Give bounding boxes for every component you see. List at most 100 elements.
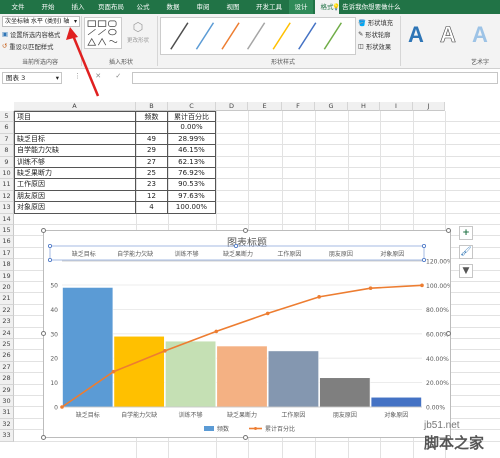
- axis-selection-handle[interactable]: [48, 257, 53, 262]
- bar-朋友原因[interactable]: [319, 377, 371, 408]
- table-cell[interactable]: 46.15%: [168, 145, 216, 157]
- chart-filter-icon[interactable]: ▼: [459, 264, 473, 278]
- column-header[interactable]: I: [380, 102, 413, 111]
- column-header[interactable]: J: [413, 102, 445, 111]
- shape-triangle-icon[interactable]: [87, 37, 97, 46]
- row-header[interactable]: 28: [0, 373, 14, 385]
- column-header[interactable]: A: [14, 102, 136, 111]
- table-cell[interactable]: 12: [136, 190, 168, 203]
- cumulative-percent-point[interactable]: [265, 311, 270, 316]
- row-header[interactable]: 26: [0, 350, 14, 362]
- shape-arrow-icon[interactable]: [98, 28, 107, 36]
- tab-1[interactable]: 开始: [36, 0, 60, 14]
- axis-selection-handle[interactable]: [421, 243, 426, 248]
- table-cell[interactable]: 27: [136, 156, 168, 168]
- table-cell[interactable]: 0.00%: [168, 122, 216, 134]
- cumulative-percent-point[interactable]: [111, 369, 116, 374]
- shape-fill-button[interactable]: 🪣 形状填充: [358, 18, 393, 28]
- shape-line-icon[interactable]: [87, 28, 96, 36]
- axis-selection-handle[interactable]: [421, 257, 426, 262]
- column-header[interactable]: F: [282, 102, 315, 111]
- shape-style-swatch[interactable]: [221, 22, 240, 50]
- wordart-style-2[interactable]: A: [440, 22, 456, 48]
- row-header[interactable]: 12: [0, 190, 14, 203]
- table-cell[interactable]: 缺乏目标: [14, 133, 136, 146]
- cumulative-percent-point[interactable]: [214, 329, 219, 334]
- shape-style-swatch[interactable]: [195, 22, 215, 50]
- table-header-cell[interactable]: 累计百分比: [168, 111, 216, 123]
- table-cell[interactable]: 对象原因: [14, 202, 136, 214]
- shape-style-swatch[interactable]: [170, 22, 189, 50]
- tab-2[interactable]: 插入: [66, 0, 90, 14]
- formula-bar-input[interactable]: [132, 72, 498, 84]
- shape-curve-icon[interactable]: [109, 40, 118, 43]
- tab-4[interactable]: 公式: [131, 0, 155, 14]
- reset-style-button[interactable]: ↺ 重设以匹配样式: [2, 42, 53, 51]
- shape-style-swatch[interactable]: [272, 22, 291, 50]
- shape-styles-gallery[interactable]: [160, 17, 356, 55]
- cumulative-percent-point[interactable]: [60, 405, 64, 409]
- tell-me-search[interactable]: 💡 告诉我你想要做什么: [332, 0, 401, 14]
- table-cell[interactable]: 工作原因: [14, 179, 136, 191]
- table-cell[interactable]: 100.00%: [168, 202, 216, 214]
- row-header[interactable]: 21: [0, 293, 14, 305]
- chart-resize-handle[interactable]: [41, 228, 46, 233]
- table-cell[interactable]: 90.53%: [168, 179, 216, 191]
- table-header-cell[interactable]: 项目: [14, 111, 136, 123]
- bar-工作原因[interactable]: [267, 350, 319, 408]
- cumulative-percent-point[interactable]: [420, 283, 424, 288]
- column-header[interactable]: D: [216, 102, 248, 111]
- table-cell[interactable]: 25: [136, 168, 168, 180]
- table-cell[interactable]: 28.99%: [168, 133, 216, 146]
- cumulative-percent-point[interactable]: [368, 286, 373, 291]
- shape-freeform-icon[interactable]: [97, 37, 107, 46]
- chart-resize-handle[interactable]: [41, 435, 46, 440]
- row-header[interactable]: 22: [0, 304, 14, 317]
- shape-outline-button[interactable]: ✎ 形状轮廓: [358, 30, 390, 39]
- row-header[interactable]: 33: [0, 430, 14, 442]
- row-header[interactable]: 17: [0, 247, 14, 260]
- shape-textbox-icon[interactable]: [97, 20, 107, 27]
- cumulative-percent-point[interactable]: [163, 349, 167, 353]
- chart-resize-handle[interactable]: [41, 331, 46, 336]
- shape-style-swatch[interactable]: [323, 22, 343, 50]
- row-header[interactable]: 5: [0, 111, 14, 123]
- tab-6[interactable]: 审阅: [191, 0, 215, 14]
- row-header[interactable]: 9: [0, 156, 14, 168]
- column-header[interactable]: E: [248, 102, 282, 111]
- row-header[interactable]: 7: [0, 133, 14, 146]
- tab-5[interactable]: 数据: [161, 0, 185, 14]
- shape-rect-icon[interactable]: [87, 20, 96, 27]
- row-header[interactable]: 10: [0, 168, 14, 180]
- table-cell[interactable]: 62.13%: [168, 156, 216, 168]
- pareto-chart[interactable]: 图表标题 0 10 20 30 40 50 0.00% 20.00% 40.00% 60.00% 8…: [43, 230, 451, 438]
- chart-elements-combo[interactable]: 次坐标轴 水平 (类别) 轴 ▾: [2, 16, 80, 27]
- row-header[interactable]: 18: [0, 259, 14, 271]
- shapes-gallery[interactable]: [84, 17, 122, 49]
- row-header[interactable]: 31: [0, 407, 14, 419]
- chart-resize-handle[interactable]: [243, 228, 248, 233]
- chart-plot[interactable]: 010203040500.00%20.00%40.00%60.00%80.00%…: [44, 231, 450, 437]
- row-header[interactable]: 15: [0, 225, 14, 237]
- chart-resize-handle[interactable]: [446, 228, 451, 233]
- row-header[interactable]: 6: [0, 122, 14, 134]
- table-cell[interactable]: 97.63%: [168, 190, 216, 203]
- row-header[interactable]: 30: [0, 396, 14, 408]
- format-selection-button[interactable]: ▣ 设置所选内容格式: [2, 30, 60, 39]
- chart-styles-brush-icon[interactable]: 🖌: [459, 245, 473, 259]
- shape-rounded-rect-icon[interactable]: [108, 20, 117, 27]
- row-header[interactable]: 13: [0, 202, 14, 214]
- table-cell[interactable]: 4: [136, 202, 168, 214]
- table-cell[interactable]: [136, 122, 168, 134]
- row-header[interactable]: 19: [0, 270, 14, 282]
- table-cell[interactable]: 76.92%: [168, 168, 216, 180]
- column-header[interactable]: B: [136, 102, 168, 111]
- row-header[interactable]: 25: [0, 339, 14, 351]
- tab-9[interactable]: 设计: [289, 0, 313, 14]
- row-header[interactable]: 32: [0, 418, 14, 431]
- table-cell[interactable]: [14, 122, 136, 134]
- row-header[interactable]: 8: [0, 145, 14, 157]
- bar-对象原因[interactable]: [370, 396, 422, 408]
- table-cell[interactable]: 29: [136, 145, 168, 157]
- row-header[interactable]: 20: [0, 282, 14, 294]
